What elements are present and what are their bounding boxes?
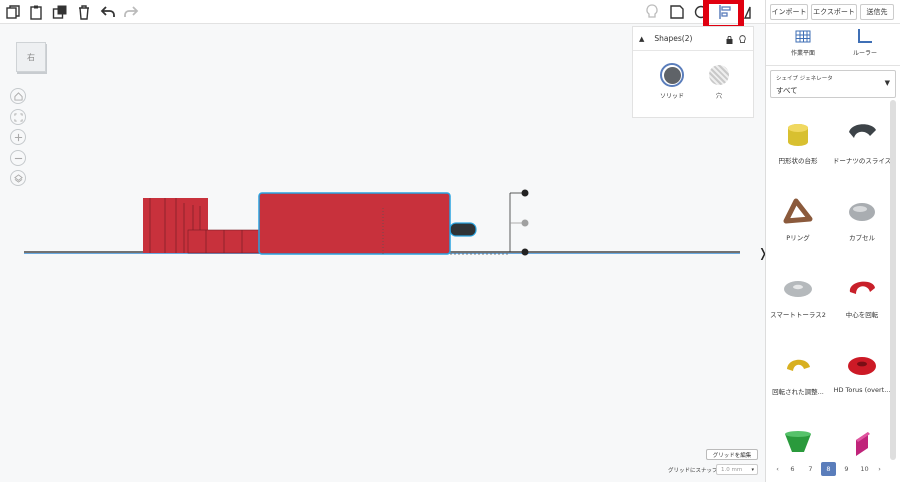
actions-bar: インポート エクスポート 送信先	[765, 0, 900, 24]
hole-button[interactable]	[709, 65, 729, 85]
fit-view-icon[interactable]	[10, 109, 26, 125]
perspective-icon[interactable]	[10, 170, 26, 186]
shape-item[interactable]: 押し出されたカー...	[830, 412, 894, 458]
workplane-icon	[795, 30, 811, 43]
shape-item-label: Pリング	[786, 234, 810, 242]
snap-dropdown-icon: ▾	[751, 467, 754, 473]
shape-pager: ‹ 6 7 8 9 10 ›	[770, 462, 890, 476]
shape-thumbnail-icon	[856, 432, 870, 456]
shape-item-label: 中心を回転	[845, 311, 879, 319]
snap-grid-select[interactable]: 1.0 mm ▾	[716, 464, 758, 475]
shape-thumbnail-icon	[787, 359, 810, 371]
capsule-shape	[449, 222, 477, 237]
bulb-icon[interactable]	[643, 3, 661, 21]
inspector-title: Shapes(2)	[654, 34, 693, 43]
shape-item[interactable]: 中心を回転	[830, 258, 894, 335]
zoom-in-icon[interactable]	[10, 129, 26, 145]
zoom-out-icon[interactable]	[10, 150, 26, 166]
page-button[interactable]: 9	[839, 462, 854, 476]
paste-icon[interactable]	[27, 3, 45, 21]
generator-label: シェイプ ジェネレータ	[776, 76, 833, 82]
edit-grid-button[interactable]: グリッドを編集	[706, 449, 758, 460]
page-button[interactable]: 6	[785, 462, 800, 476]
shape-item-label: ドーナツのスライス	[832, 157, 892, 165]
shape-item-label: カプセル	[849, 234, 875, 242]
shape-thumbnail-icon	[849, 124, 876, 138]
visibility-bulb-icon[interactable]	[739, 35, 746, 46]
ruler-button[interactable]: ルーラー	[848, 28, 882, 57]
shape-item-label: HD Torus (overt...	[833, 386, 891, 394]
generator-value: すべて	[776, 86, 798, 95]
copy-icon[interactable]	[4, 3, 22, 21]
hole-label: 穴	[715, 93, 722, 100]
duplicate-icon[interactable]	[51, 3, 69, 21]
background-blocks	[143, 198, 261, 254]
snap-grid-value: 1.0 mm	[721, 467, 743, 473]
sidebar-tools: 作業平面 ルーラー	[766, 24, 900, 66]
shape-item[interactable]: 回転された調整...	[766, 335, 830, 412]
solid-label: ソリッド	[659, 93, 684, 100]
redo-icon[interactable]	[122, 3, 140, 21]
sidebar-scrollbar[interactable]	[890, 100, 896, 460]
undo-icon[interactable]	[99, 3, 117, 21]
ruler-label: ルーラー	[852, 50, 877, 57]
snap-grid-label: グリッドにスナップ	[668, 468, 718, 474]
shape-item-label: 回転された調整...	[772, 388, 824, 396]
lock-icon[interactable]	[726, 35, 733, 46]
shape-library: 円形状の台形 ドーナツのスライス Pリング カプセルスマートトーラス2 中心を回転回転さ…	[766, 104, 894, 458]
shape-item[interactable]: カプセル	[830, 181, 894, 258]
page-button[interactable]: 10	[857, 462, 872, 476]
selected-box-shape	[258, 192, 451, 255]
shape-thumbnail-icon	[783, 198, 813, 224]
shape-thumbnail-icon	[849, 203, 875, 221]
export-button[interactable]: エクスポート	[811, 4, 857, 20]
workplane-button[interactable]: 作業平面	[786, 28, 820, 57]
shape-thumbnail-icon	[788, 124, 808, 146]
shape-thumbnail-icon	[785, 431, 811, 452]
home-icon[interactable]	[10, 88, 26, 104]
note-icon[interactable]	[668, 3, 686, 21]
shape-item[interactable]: ドーナツのスライス	[830, 104, 894, 181]
height-handle	[509, 189, 529, 256]
import-button[interactable]: インポート	[770, 4, 808, 20]
shape-item-label: 円形状の台形	[778, 157, 818, 165]
shape-thumbnail-icon	[784, 281, 812, 297]
shape-item[interactable]: High Resolution...	[766, 412, 830, 458]
shape-item[interactable]: Pリング	[766, 181, 830, 258]
delete-icon[interactable]	[75, 3, 93, 21]
page-button[interactable]: 7	[803, 462, 818, 476]
dropdown-arrow-icon: ▼	[884, 79, 890, 87]
collapse-icon[interactable]: ▲	[639, 35, 644, 43]
shape-item[interactable]: HD Torus (overt...	[830, 335, 894, 412]
shape-thumbnail-icon	[849, 281, 875, 294]
view-cube[interactable]: 右	[16, 42, 46, 72]
page-button[interactable]: 8	[821, 462, 836, 476]
shape-inspector-panel: ▲ Shapes(2) ソリッド 穴	[632, 26, 754, 118]
inspector-header: ▲ Shapes(2)	[633, 27, 753, 51]
main-toolbar	[0, 0, 765, 24]
prev-page-button[interactable]: ‹	[770, 462, 785, 476]
send-button[interactable]: 送信先	[860, 4, 894, 20]
next-page-button[interactable]: ›	[872, 462, 887, 476]
shapes-sidebar: 作業平面 ルーラー シェイプ ジェネレータ すべて ▼ 円形状の台形 ドーナツのス…	[765, 24, 900, 482]
ruler-icon	[858, 29, 872, 43]
shape-generator-select[interactable]: シェイプ ジェネレータ すべて ▼	[770, 70, 896, 98]
workplane-label: 作業平面	[790, 50, 815, 57]
shape-thumbnail-icon	[848, 357, 876, 375]
shape-item[interactable]: スマートトーラス2	[766, 258, 830, 335]
shape-item[interactable]: 円形状の台形	[766, 104, 830, 181]
solid-icon	[663, 66, 681, 84]
solid-button[interactable]	[660, 63, 684, 87]
shape-item-label: スマートトーラス2	[770, 311, 826, 319]
